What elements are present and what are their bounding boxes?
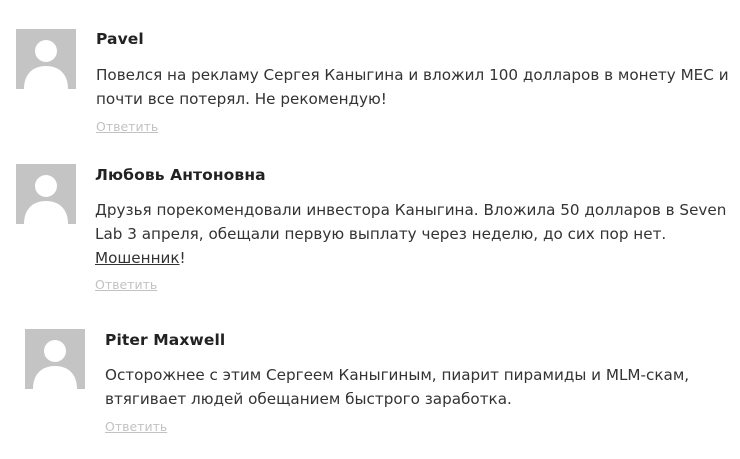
link-suffix: ! [179,249,186,267]
comment-text-line: Повелся на рекламу Сергея Каныгина и вло… [96,66,729,84]
comment-text: Друзья порекомендовали инвестора Каныгин… [95,198,726,270]
comment-author: Piter Maxwell [105,331,226,349]
avatar [16,164,76,224]
scam-link[interactable]: Мошенник [95,249,180,267]
comment: Piter Maxwell Осторожнее с этим Сергеем … [25,329,735,439]
comment-text-line: почти все потерял. Не рекомендую! [96,90,387,108]
comment-text-line: Lab 3 апреля, обещали первую выплату чер… [95,225,667,243]
comment: Любовь Антоновна Друзья порекомендовали … [16,164,736,299]
avatar [25,329,85,389]
comment-author: Pavel [96,30,144,48]
comment-text: Осторожнее с этим Сергеем Каныгиным, пиа… [105,363,689,411]
comment-text-line: Друзья порекомендовали инвестора Каныгин… [95,201,727,219]
comment-text: Повелся на рекламу Сергея Каныгина и вло… [96,63,729,111]
comment-text-line: Осторожнее с этим Сергеем Каныгиным, пиа… [105,366,690,384]
default-avatar-icon [16,29,76,89]
default-avatar-icon [16,164,76,224]
comment-text-line: втягивает людей обещанием быстрого зараб… [105,390,512,408]
comment: Pavel Повелся на рекламу Сергея Каныгина… [16,29,736,139]
comment-author: Любовь Антоновна [95,166,266,184]
reply-link[interactable]: Ответить [105,419,167,434]
avatar [16,29,76,89]
default-avatar-icon [25,329,85,389]
comment-text-line: Мошенник! [95,246,726,270]
reply-link[interactable]: Ответить [96,119,158,134]
reply-link[interactable]: Ответить [95,277,157,292]
